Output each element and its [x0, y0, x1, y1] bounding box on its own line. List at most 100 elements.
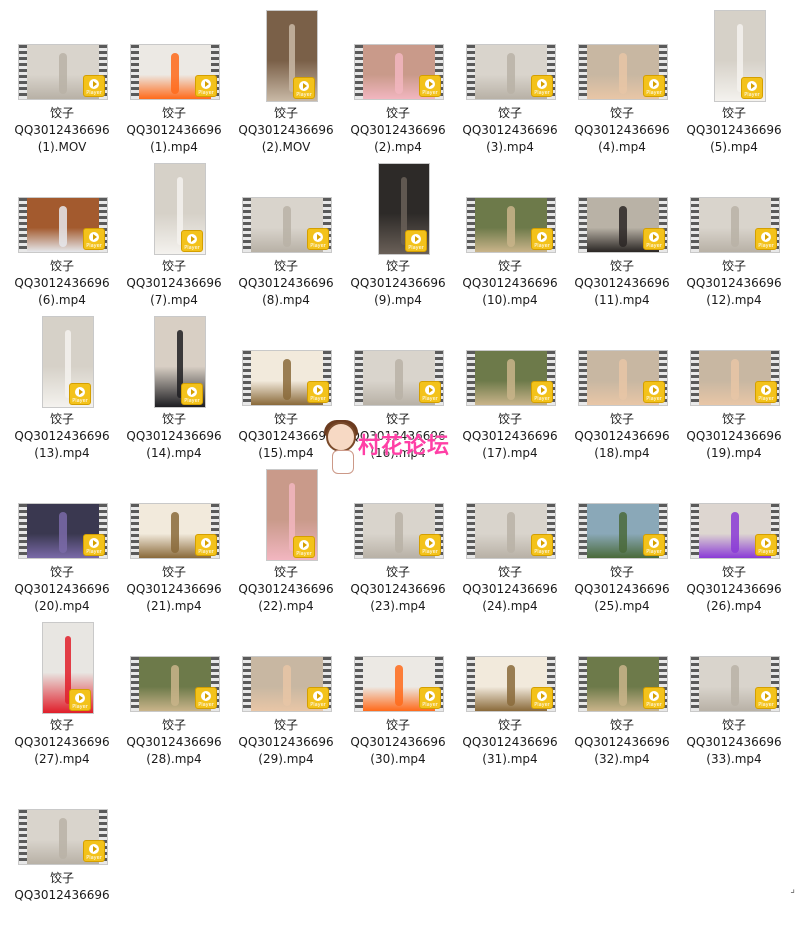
video-thumbnail[interactable]: Player	[18, 44, 108, 100]
thumbnail-area[interactable]: Player	[234, 8, 338, 104]
file-name-label[interactable]: 饺子 QQ3012436696 (27).mp4	[4, 717, 120, 768]
video-thumbnail[interactable]: Player	[466, 656, 556, 712]
video-file-item[interactable]: Player 饺子 QQ3012436696 (10).mp4	[458, 161, 562, 314]
thumbnail-area[interactable]: Player	[682, 620, 786, 716]
video-file-item[interactable]: Player 饺子 QQ3012436696 (12).mp4	[682, 161, 786, 314]
file-name-label[interactable]: 饺子 QQ3012436696 (14).mp4	[116, 411, 232, 462]
file-name-label[interactable]: 饺子 QQ3012436696 (32).mp4	[564, 717, 680, 768]
thumbnail-area[interactable]: Player	[458, 8, 562, 104]
thumbnail-area[interactable]: Player	[122, 314, 226, 410]
video-file-item[interactable]: Player 饺子 QQ3012436696 (33).mp4	[682, 620, 786, 773]
file-name-label[interactable]: 饺子 QQ3012436696 (25).mp4	[564, 564, 680, 615]
file-name-label[interactable]: 饺子 QQ3012436696 (2).mp4	[340, 105, 456, 156]
thumbnail-area[interactable]: Player	[570, 620, 674, 716]
video-thumbnail[interactable]: Player	[354, 350, 444, 406]
video-thumbnail[interactable]: Player	[466, 197, 556, 253]
video-file-item[interactable]: Player 饺子 QQ3012436696 (1).mp4	[122, 8, 226, 161]
video-file-item[interactable]: Player 饺子 QQ3012436696 (14).mp4	[122, 314, 226, 467]
thumbnail-area[interactable]: Player	[234, 467, 338, 563]
video-thumbnail[interactable]: Player	[466, 503, 556, 559]
video-thumbnail[interactable]: Player	[18, 503, 108, 559]
video-file-item[interactable]: Player 饺子 QQ3012436696 (28).mp4	[122, 620, 226, 773]
file-name-label[interactable]: 饺子 QQ3012436696 (23).mp4	[340, 564, 456, 615]
video-file-item[interactable]: Player 饺子 QQ3012436696	[10, 773, 114, 926]
video-file-item[interactable]: Player 饺子 QQ3012436696 (2).mp4	[346, 8, 450, 161]
video-file-item[interactable]: Player 饺子 QQ3012436696 (32).mp4	[570, 620, 674, 773]
file-name-label[interactable]: 饺子 QQ3012436696 (28).mp4	[116, 717, 232, 768]
thumbnail-area[interactable]: Player	[234, 161, 338, 257]
video-file-item[interactable]: Player 饺子 QQ3012436696 (27).mp4	[10, 620, 114, 773]
video-thumbnail[interactable]: Player	[242, 197, 332, 253]
thumbnail-area[interactable]: Player	[570, 8, 674, 104]
thumbnail-area[interactable]: Player	[234, 620, 338, 716]
thumbnail-area[interactable]: Player	[234, 314, 338, 410]
file-name-label[interactable]: 饺子 QQ3012436696 (30).mp4	[340, 717, 456, 768]
file-name-label[interactable]: 饺子 QQ3012436696 (1).MOV	[4, 105, 120, 156]
video-thumbnail[interactable]: Player	[690, 350, 780, 406]
file-name-label[interactable]: 饺子 QQ3012436696	[4, 870, 120, 904]
video-thumbnail[interactable]: Player	[690, 197, 780, 253]
thumbnail-area[interactable]: Player	[122, 8, 226, 104]
video-file-item[interactable]: Player 饺子 QQ3012436696 (3).mp4	[458, 8, 562, 161]
file-name-label[interactable]: 饺子 QQ3012436696 (5).mp4	[676, 105, 792, 156]
file-name-label[interactable]: 饺子 QQ3012436696 (1).mp4	[116, 105, 232, 156]
video-thumbnail[interactable]: Player	[378, 163, 430, 255]
video-file-item[interactable]: Player 饺子 QQ3012436696 (19).mp4	[682, 314, 786, 467]
thumbnail-area[interactable]: Player	[458, 161, 562, 257]
file-name-label[interactable]: 饺子 QQ3012436696 (24).mp4	[452, 564, 568, 615]
file-name-label[interactable]: 饺子 QQ3012436696 (13).mp4	[4, 411, 120, 462]
video-thumbnail[interactable]: Player	[42, 622, 94, 714]
video-file-item[interactable]: Player 饺子 QQ3012436696 (2).MOV	[234, 8, 338, 161]
resize-corner-icon[interactable]: ⌟	[790, 884, 795, 895]
thumbnail-area[interactable]: Player	[346, 161, 450, 257]
file-name-label[interactable]: 饺子 QQ3012436696 (20).mp4	[4, 564, 120, 615]
file-name-label[interactable]: 饺子 QQ3012436696 (31).mp4	[452, 717, 568, 768]
thumbnail-area[interactable]: Player	[570, 161, 674, 257]
thumbnail-area[interactable]: Player	[10, 314, 114, 410]
video-thumbnail[interactable]: Player	[714, 10, 766, 102]
file-name-label[interactable]: 饺子 QQ3012436696 (10).mp4	[452, 258, 568, 309]
thumbnail-area[interactable]: Player	[682, 8, 786, 104]
file-name-label[interactable]: 饺子 QQ3012436696 (2).MOV	[228, 105, 344, 156]
video-file-item[interactable]: Player 饺子 QQ3012436696 (5).mp4	[682, 8, 786, 161]
thumbnail-area[interactable]: Player	[122, 161, 226, 257]
video-thumbnail[interactable]: Player	[578, 197, 668, 253]
file-name-label[interactable]: 饺子 QQ3012436696 (26).mp4	[676, 564, 792, 615]
file-name-label[interactable]: 饺子 QQ3012436696 (18).mp4	[564, 411, 680, 462]
thumbnail-area[interactable]: Player	[10, 620, 114, 716]
video-thumbnail[interactable]: Player	[154, 163, 206, 255]
video-file-item[interactable]: Player 饺子 QQ3012436696 (7).mp4	[122, 161, 226, 314]
thumbnail-area[interactable]: Player	[346, 467, 450, 563]
file-name-label[interactable]: 饺子 QQ3012436696 (9).mp4	[340, 258, 456, 309]
video-file-item[interactable]: Player 饺子 QQ3012436696 (24).mp4	[458, 467, 562, 620]
video-thumbnail[interactable]: Player	[466, 350, 556, 406]
thumbnail-area[interactable]: Player	[570, 314, 674, 410]
video-thumbnail[interactable]: Player	[266, 10, 318, 102]
video-file-item[interactable]: Player 饺子 QQ3012436696 (11).mp4	[570, 161, 674, 314]
video-file-item[interactable]: Player 饺子 QQ3012436696 (20).mp4	[10, 467, 114, 620]
file-name-label[interactable]: 饺子 QQ3012436696 (3).mp4	[452, 105, 568, 156]
file-name-label[interactable]: 饺子 QQ3012436696 (29).mp4	[228, 717, 344, 768]
thumbnail-area[interactable]: Player	[122, 467, 226, 563]
thumbnail-area[interactable]: Player	[346, 314, 450, 410]
video-file-item[interactable]: Player 饺子 QQ3012436696 (18).mp4	[570, 314, 674, 467]
thumbnail-area[interactable]: Player	[570, 467, 674, 563]
video-thumbnail[interactable]: Player	[42, 316, 94, 408]
thumbnail-area[interactable]: Player	[682, 161, 786, 257]
file-name-label[interactable]: 饺子 QQ3012436696 (21).mp4	[116, 564, 232, 615]
video-thumbnail[interactable]: Player	[578, 656, 668, 712]
video-thumbnail[interactable]: Player	[354, 656, 444, 712]
video-thumbnail[interactable]: Player	[242, 350, 332, 406]
video-thumbnail[interactable]: Player	[354, 503, 444, 559]
thumbnail-area[interactable]: Player	[458, 314, 562, 410]
video-thumbnail[interactable]: Player	[578, 350, 668, 406]
video-thumbnail[interactable]: Player	[690, 503, 780, 559]
video-thumbnail[interactable]: Player	[18, 809, 108, 865]
video-file-item[interactable]: Player 饺子 QQ3012436696 (8).mp4	[234, 161, 338, 314]
video-thumbnail[interactable]: Player	[466, 44, 556, 100]
file-name-label[interactable]: 饺子 QQ3012436696 (12).mp4	[676, 258, 792, 309]
video-thumbnail[interactable]: Player	[130, 656, 220, 712]
thumbnail-area[interactable]: Player	[682, 467, 786, 563]
video-thumbnail[interactable]: Player	[154, 316, 206, 408]
video-thumbnail[interactable]: Player	[130, 503, 220, 559]
